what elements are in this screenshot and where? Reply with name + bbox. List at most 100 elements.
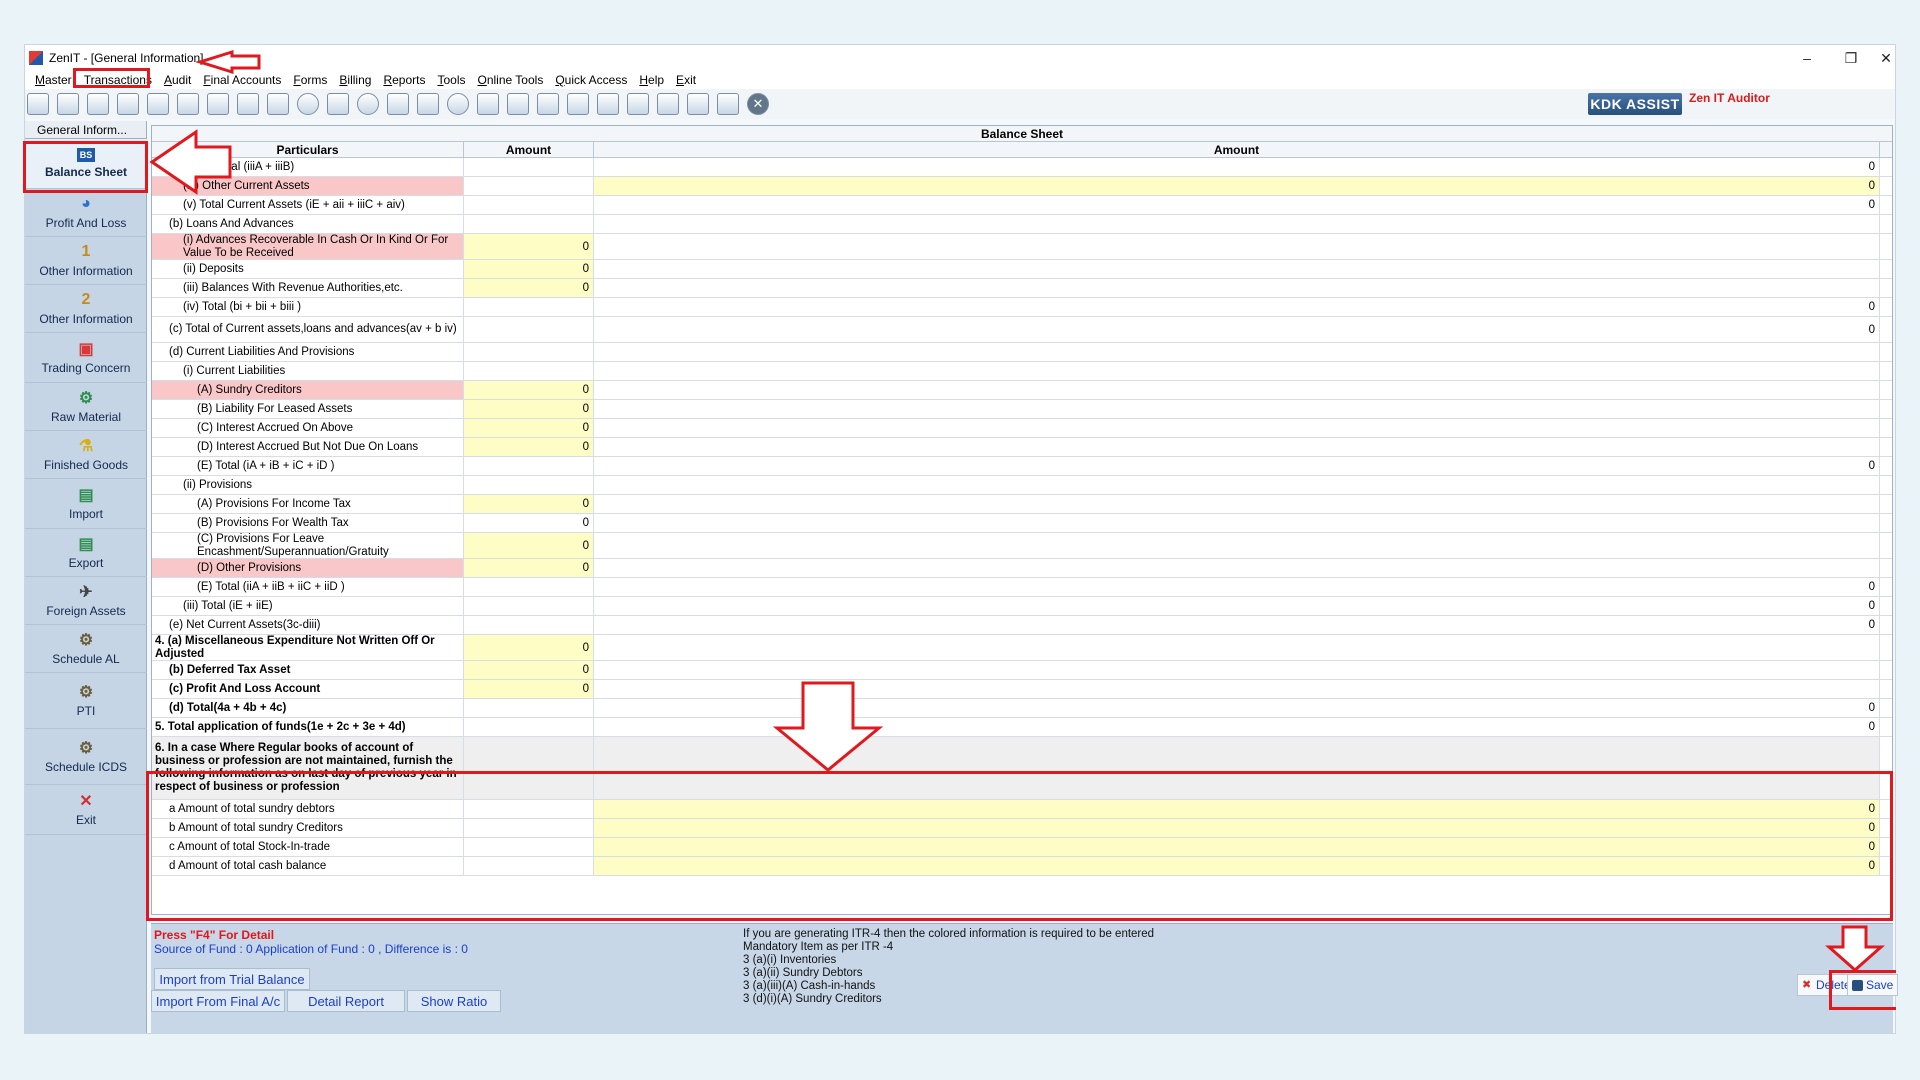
- total-amount-cell[interactable]: 0: [594, 196, 1880, 214]
- toolbar-share-icon[interactable]: [567, 93, 589, 115]
- minimize-button[interactable]: –: [1787, 48, 1827, 68]
- sidebar-item-finished-goods[interactable]: ⚗ Finished Goods: [25, 431, 147, 479]
- amount-input[interactable]: [464, 215, 594, 233]
- toolbar-calculator-icon[interactable]: [327, 93, 349, 115]
- total-amount-cell[interactable]: 0: [594, 857, 1880, 875]
- amount-input[interactable]: [464, 362, 594, 380]
- total-amount-cell[interactable]: 0: [594, 158, 1880, 176]
- sidebar-item-profit-and-loss[interactable]: ◕ Profit And Loss: [25, 189, 147, 237]
- menu-help[interactable]: Help: [633, 71, 670, 89]
- total-amount-cell[interactable]: [594, 419, 1880, 437]
- amount-input[interactable]: 0: [464, 680, 594, 698]
- import-final-ac-button[interactable]: Import From Final A/c: [151, 990, 285, 1012]
- menu-audit[interactable]: Audit: [158, 71, 197, 89]
- menu-tools[interactable]: Tools: [431, 71, 471, 89]
- total-amount-cell[interactable]: 0: [594, 718, 1880, 736]
- toolbar-tag-icon[interactable]: [207, 93, 229, 115]
- total-amount-cell[interactable]: [594, 533, 1880, 558]
- total-amount-cell[interactable]: [594, 362, 1880, 380]
- total-amount-cell[interactable]: [594, 635, 1880, 660]
- sidebar-item-pti[interactable]: ⚙ PTI: [25, 673, 147, 729]
- sidebar-item-exit[interactable]: ✕ Exit: [25, 785, 147, 835]
- toolbar-filter-icon[interactable]: [237, 93, 259, 115]
- amount-input[interactable]: 0: [464, 400, 594, 418]
- amount-input[interactable]: [464, 158, 594, 176]
- save-button[interactable]: Save: [1847, 974, 1899, 996]
- total-amount-cell[interactable]: 0: [594, 597, 1880, 615]
- amount-input[interactable]: 0: [464, 279, 594, 297]
- total-amount-cell[interactable]: [594, 260, 1880, 278]
- amount-input[interactable]: [464, 838, 594, 856]
- amount-input[interactable]: [464, 819, 594, 837]
- amount-input[interactable]: 0: [464, 514, 594, 532]
- toolbar-bs-icon[interactable]: [657, 93, 679, 115]
- total-amount-cell[interactable]: 0: [594, 298, 1880, 316]
- toolbar-close-icon[interactable]: ✕: [747, 93, 769, 115]
- menu-final-accounts[interactable]: Final Accounts: [197, 71, 287, 89]
- total-amount-cell[interactable]: 0: [594, 317, 1880, 342]
- amount-input[interactable]: [464, 343, 594, 361]
- sidebar-item-trading-concern[interactable]: ▣ Trading Concern: [25, 333, 147, 383]
- amount-input[interactable]: [464, 616, 594, 634]
- toolbar-home-icon[interactable]: [57, 93, 79, 115]
- menu-exit[interactable]: Exit: [670, 71, 702, 89]
- amount-input[interactable]: [464, 457, 594, 475]
- total-amount-cell[interactable]: 0: [594, 838, 1880, 856]
- sidebar-item-schedule-al[interactable]: ⚙ Schedule AL: [25, 625, 147, 673]
- amount-input[interactable]: 0: [464, 234, 594, 259]
- total-amount-cell[interactable]: [594, 661, 1880, 679]
- amount-input[interactable]: [464, 718, 594, 736]
- sidebar-tab-general-information[interactable]: General Inform...: [25, 121, 146, 139]
- amount-input[interactable]: [464, 597, 594, 615]
- amount-input[interactable]: [464, 317, 594, 342]
- toolbar-pie-icon[interactable]: [357, 93, 379, 115]
- total-amount-cell[interactable]: [594, 559, 1880, 577]
- sidebar-item-export[interactable]: ▤ Export: [25, 529, 147, 577]
- toolbar-list-icon[interactable]: [717, 93, 739, 115]
- menu-master[interactable]: Master: [29, 71, 78, 89]
- zen-it-auditor-link[interactable]: Zen IT Auditor: [1689, 91, 1770, 105]
- amount-input[interactable]: [464, 298, 594, 316]
- total-amount-cell[interactable]: 0: [594, 699, 1880, 717]
- toolbar-report-3cd-icon[interactable]: [687, 93, 709, 115]
- close-button[interactable]: ✕: [1875, 48, 1897, 68]
- toolbar-info-icon[interactable]: [447, 93, 469, 115]
- menu-online-tools[interactable]: Online Tools: [471, 71, 549, 89]
- total-amount-cell[interactable]: 0: [594, 819, 1880, 837]
- amount-input[interactable]: 0: [464, 635, 594, 660]
- amount-input[interactable]: [464, 177, 594, 195]
- import-trial-balance-button[interactable]: Import from Trial Balance: [154, 968, 310, 990]
- sidebar-item-raw-material[interactable]: ⚙ Raw Material: [25, 383, 147, 431]
- detail-report-button[interactable]: Detail Report: [287, 990, 405, 1012]
- total-amount-cell[interactable]: 0: [594, 578, 1880, 596]
- amount-input[interactable]: [464, 800, 594, 818]
- amount-input[interactable]: [464, 476, 594, 494]
- toolbar-report-icon[interactable]: [477, 93, 499, 115]
- total-amount-cell[interactable]: 0: [594, 177, 1880, 195]
- toolbar-calendar-icon[interactable]: [537, 93, 559, 115]
- toolbar-users-icon[interactable]: [177, 93, 199, 115]
- total-amount-cell[interactable]: [594, 279, 1880, 297]
- amount-input[interactable]: 0: [464, 419, 594, 437]
- amount-input[interactable]: 0: [464, 381, 594, 399]
- amount-input[interactable]: 0: [464, 533, 594, 558]
- menu-transactions[interactable]: Transactions: [78, 71, 158, 89]
- menu-reports[interactable]: Reports: [377, 71, 431, 89]
- show-ratio-button[interactable]: Show Ratio: [407, 990, 501, 1012]
- restore-button[interactable]: ❐: [1831, 48, 1871, 68]
- total-amount-cell[interactable]: [594, 680, 1880, 698]
- toolbar-gift-icon[interactable]: [147, 93, 169, 115]
- menu-billing[interactable]: Billing: [333, 71, 377, 89]
- toolbar-open-icon[interactable]: [27, 93, 49, 115]
- amount-input[interactable]: 0: [464, 260, 594, 278]
- total-amount-cell[interactable]: [594, 215, 1880, 233]
- amount-input[interactable]: [464, 699, 594, 717]
- toolbar-book-icon[interactable]: [417, 93, 439, 115]
- amount-input[interactable]: [464, 578, 594, 596]
- total-amount-cell[interactable]: 0: [594, 800, 1880, 818]
- total-amount-cell[interactable]: [594, 381, 1880, 399]
- toolbar-form-icon[interactable]: [627, 93, 649, 115]
- amount-input[interactable]: [464, 196, 594, 214]
- toolbar-pay-icon[interactable]: [387, 93, 409, 115]
- toolbar-building-icon[interactable]: [87, 93, 109, 115]
